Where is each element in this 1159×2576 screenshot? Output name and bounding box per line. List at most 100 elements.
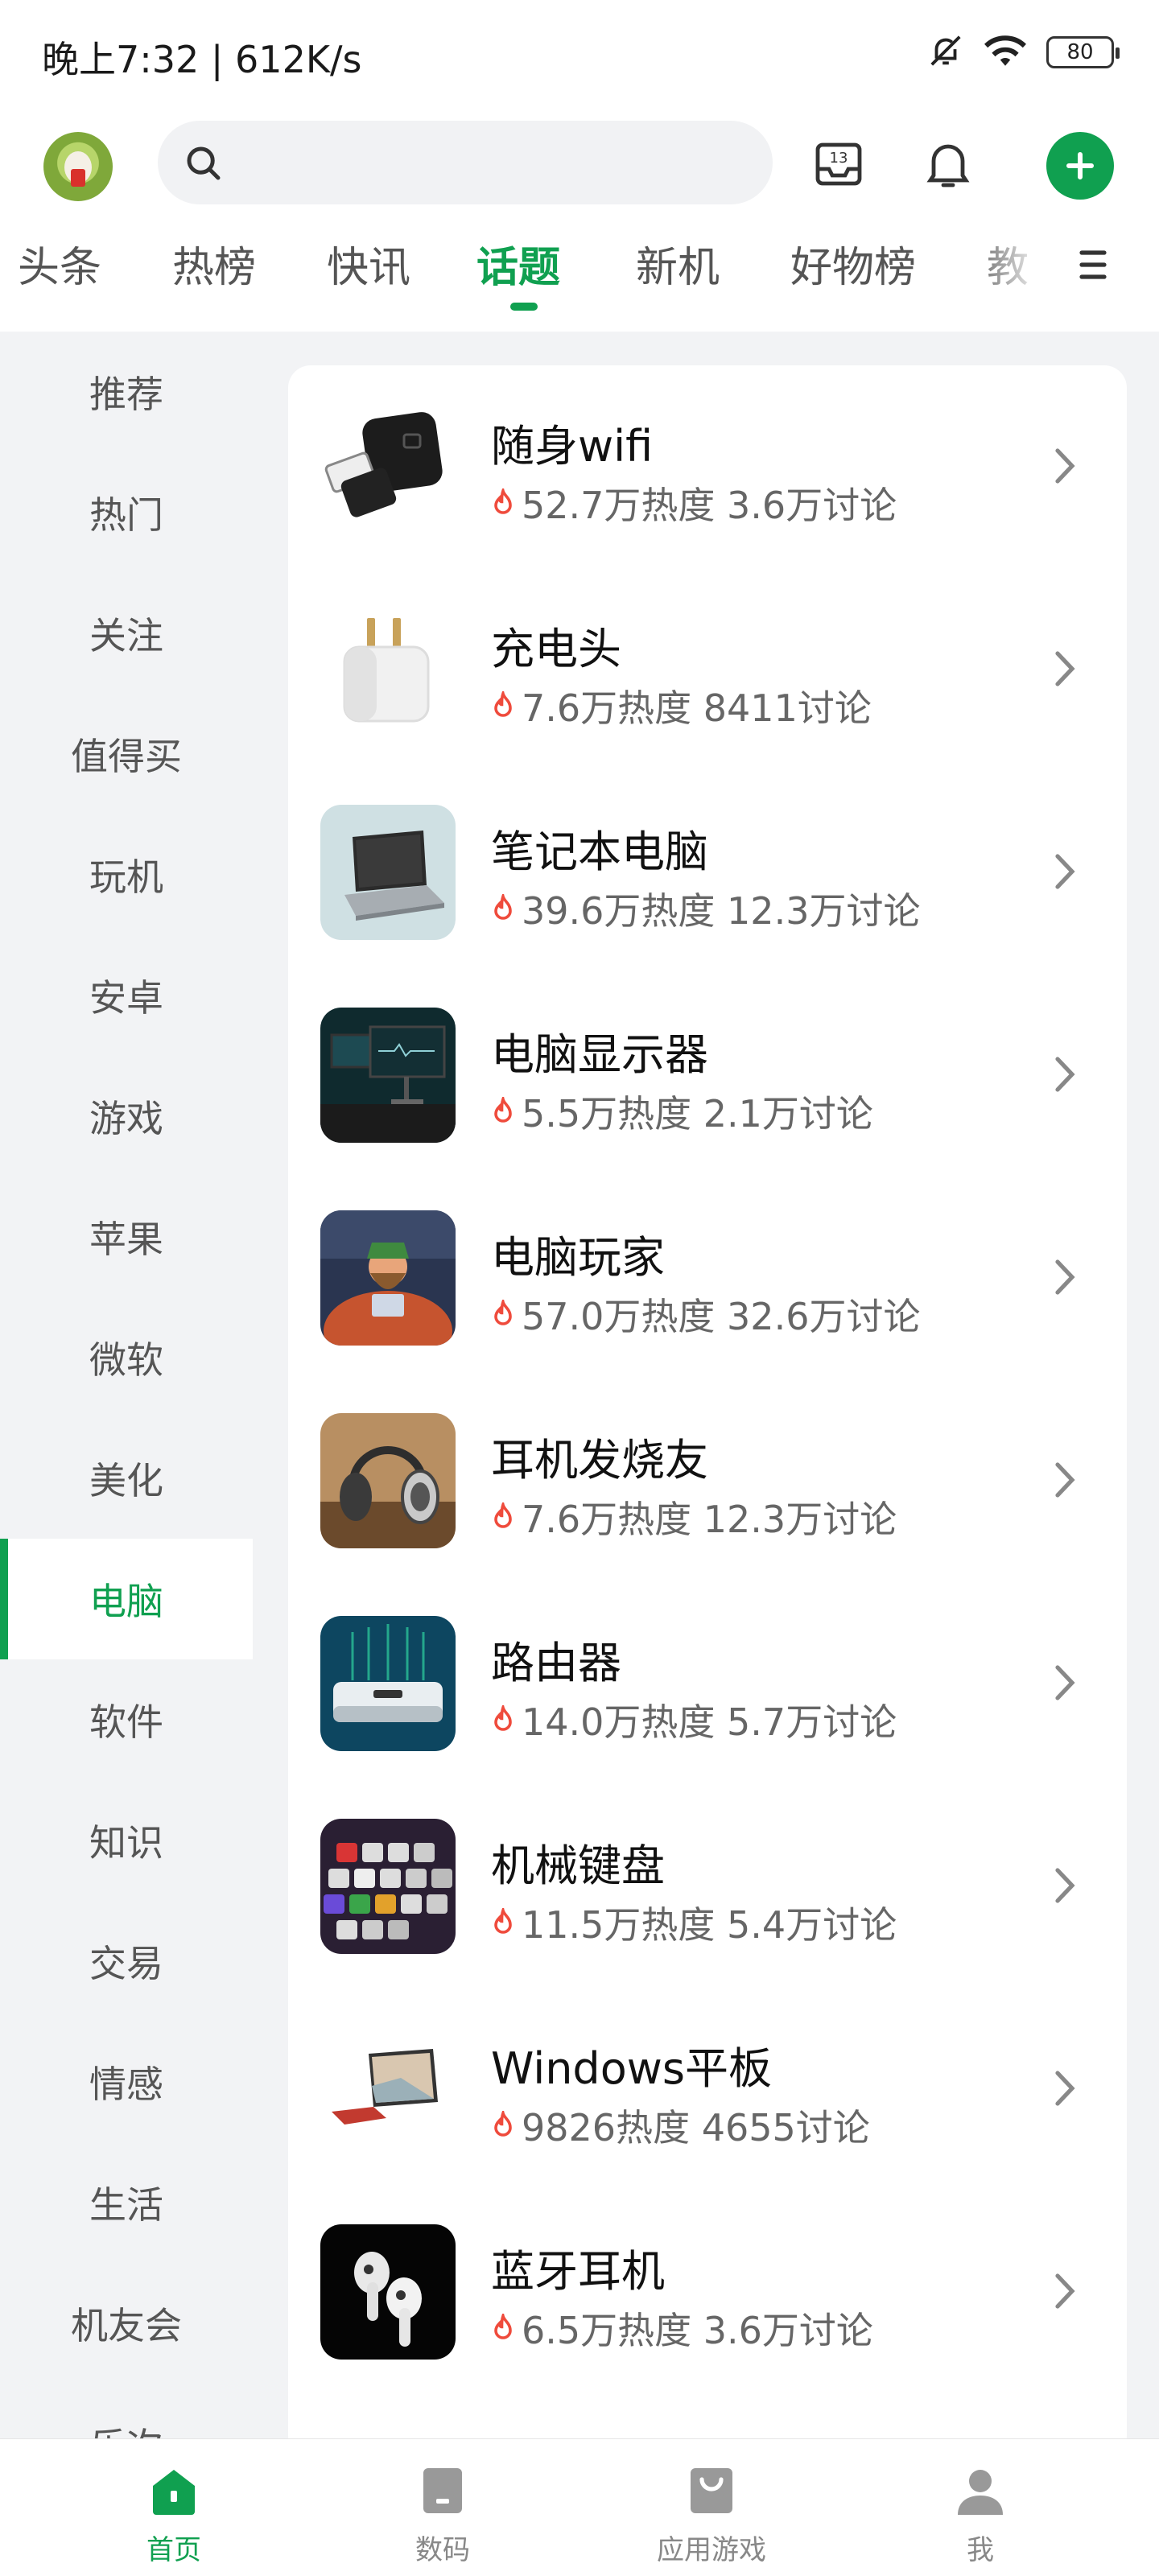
home-icon — [153, 2470, 195, 2515]
headphones-thumbnail — [320, 1413, 456, 1548]
bottom-nav: 首页 数码 应用游戏 我 — [0, 2438, 1159, 2576]
topic-name: 充电头 — [491, 624, 621, 674]
avatar[interactable] — [43, 132, 113, 201]
add-button[interactable] — [1046, 132, 1114, 200]
phone-icon — [423, 2468, 462, 2513]
topic-stats: 52.7万热度 3.6万讨论 — [491, 476, 897, 530]
topic-stats: 39.6万热度 12.3万讨论 — [491, 882, 920, 935]
laptop-thumbnail — [320, 805, 456, 940]
sidebar-item-recommend[interactable]: 推荐 — [0, 332, 253, 452]
topic-name: 随身wifi — [491, 421, 654, 472]
inbox-icon[interactable]: 13 — [806, 132, 871, 196]
charger-thumbnail — [320, 602, 456, 737]
chevron-right-icon — [1055, 854, 1075, 889]
status-icons: 80 — [927, 32, 1120, 72]
sidebar-item-life[interactable]: 生活 — [0, 2142, 253, 2263]
monitor-thumbnail — [320, 1008, 456, 1143]
chevron-right-icon — [1055, 1057, 1075, 1092]
nav-apps-games-label: 应用游戏 — [657, 2534, 766, 2566]
sidebar-item-fan-club[interactable]: 机友会 — [0, 2263, 253, 2384]
battery-indicator: 80 — [1046, 36, 1120, 68]
topic-stats-text: 14.0万热度 5.7万讨论 — [522, 1700, 897, 1744]
nav-me[interactable]: 我 — [835, 2439, 1125, 2576]
topic-name: 路由器 — [491, 1638, 621, 1688]
topic-stats-text: 7.6万热度 12.3万讨论 — [522, 1498, 897, 1541]
sidebar-item-following[interactable]: 关注 — [0, 573, 253, 694]
nav-home[interactable]: 首页 — [29, 2439, 319, 2576]
sidebar-item-android[interactable]: 安卓 — [0, 935, 253, 1056]
nav-digital[interactable]: 数码 — [298, 2439, 588, 2576]
nav-apps-games[interactable]: 应用游戏 — [567, 2439, 856, 2576]
sidebar-item-games[interactable]: 游戏 — [0, 1056, 253, 1177]
topic-stats-text: 11.5万热度 5.4万讨论 — [522, 1903, 897, 1947]
sidebar-item-microsoft[interactable]: 微软 — [0, 1297, 253, 1418]
bell-icon[interactable] — [916, 132, 980, 196]
topic-row[interactable]: Windows平板 9826热度 4655讨论 — [288, 1988, 1127, 2191]
sidebar-item-computer[interactable]: 电脑 — [0, 1539, 253, 1659]
flame-icon — [494, 894, 512, 920]
sidebar-item-partial[interactable]: 乐次 — [0, 2384, 253, 2438]
flame-icon — [494, 691, 512, 717]
tab-hot-list[interactable]: 热榜 — [172, 233, 256, 294]
tab-good-items[interactable]: 好物榜 — [790, 233, 916, 294]
topic-stats: 14.0万热度 5.7万讨论 — [491, 1693, 897, 1746]
tab-news-flash[interactable]: 快讯 — [327, 233, 410, 294]
topic-stats-text: 39.6万热度 12.3万讨论 — [522, 889, 921, 933]
router-thumbnail — [320, 1616, 456, 1751]
sidebar-item-worth-buying[interactable]: 值得买 — [0, 694, 253, 814]
topic-stats: 7.6万热度 12.3万讨论 — [491, 1490, 897, 1544]
topic-name: 电脑玩家 — [491, 1232, 665, 1283]
shopping-bag-icon — [691, 2468, 732, 2513]
flame-icon — [494, 2314, 512, 2339]
topic-stats: 57.0万热度 32.6万讨论 — [491, 1288, 920, 1341]
flame-icon — [494, 1097, 512, 1123]
top-bar: 13 — [0, 121, 1159, 209]
search-input[interactable] — [158, 121, 773, 204]
sidebar-item-knowledge[interactable]: 知识 — [0, 1780, 253, 1901]
topic-list-card: 随身wifi 52.7万热度 3.6万讨论 充电头 7.6万热度 8411讨论 — [288, 365, 1127, 2458]
topic-name: 机械键盘 — [491, 1840, 665, 1891]
topic-row[interactable]: 充电头 7.6万热度 8411讨论 — [288, 568, 1127, 771]
sidebar-item-software[interactable]: 软件 — [0, 1659, 253, 1780]
topic-row[interactable]: 电脑显示器 5.5万热度 2.1万讨论 — [288, 974, 1127, 1177]
sidebar-item-hot[interactable]: 热门 — [0, 452, 253, 573]
flame-icon — [494, 2111, 512, 2137]
topic-row[interactable]: 随身wifi 52.7万热度 3.6万讨论 — [288, 365, 1127, 568]
topic-name: Windows平板 — [491, 2043, 773, 2094]
topic-row[interactable]: 电脑玩家 57.0万热度 32.6万讨论 — [288, 1177, 1127, 1379]
tab-topics[interactable]: 话题 — [476, 233, 560, 294]
topic-row[interactable]: 机械键盘 11.5万热度 5.4万讨论 — [288, 1785, 1127, 1988]
topic-stats-text: 5.5万热度 2.1万讨论 — [522, 1092, 873, 1136]
chevron-right-icon — [1055, 1259, 1075, 1295]
sidebar-item-apple[interactable]: 苹果 — [0, 1177, 253, 1297]
topic-name: 耳机发烧友 — [491, 1435, 708, 1486]
topic-name: 蓝牙耳机 — [491, 2246, 665, 2297]
sidebar-item-trade[interactable]: 交易 — [0, 1901, 253, 2022]
topic-row[interactable]: 笔记本电脑 39.6万热度 12.3万讨论 — [288, 771, 1127, 974]
tab-new-phones[interactable]: 新机 — [636, 233, 720, 294]
topic-stats: 9826热度 4655讨论 — [491, 2099, 870, 2152]
nav-digital-label: 数码 — [415, 2534, 470, 2566]
chevron-right-icon — [1055, 448, 1075, 484]
flame-icon — [494, 1300, 512, 1325]
sidebar-item-themes[interactable]: 美化 — [0, 1418, 253, 1539]
topic-row[interactable]: 路由器 14.0万热度 5.7万讨论 — [288, 1582, 1127, 1785]
sidebar-item-emotion[interactable]: 情感 — [0, 2022, 253, 2142]
topic-row[interactable]: 耳机发烧友 7.6万热度 12.3万讨论 — [288, 1379, 1127, 1582]
topic-row[interactable]: 蓝牙耳机 6.5万热度 3.6万讨论 — [288, 2191, 1127, 2393]
topic-name: 电脑显示器 — [491, 1029, 708, 1080]
tab-headlines[interactable]: 头条 — [18, 233, 101, 294]
menu-icon[interactable] — [1075, 245, 1111, 285]
user-icon — [958, 2470, 1003, 2515]
chevron-right-icon — [1055, 2273, 1075, 2309]
wifi-icon — [984, 32, 1027, 72]
chevron-right-icon — [1055, 1665, 1075, 1700]
tablet-thumbnail — [320, 2022, 456, 2157]
chevron-right-icon — [1055, 1462, 1075, 1498]
topic-stats-text: 52.7万热度 3.6万讨论 — [522, 484, 897, 527]
sidebar-item-play[interactable]: 玩机 — [0, 814, 253, 935]
topic-stats-text: 7.6万热度 8411讨论 — [522, 686, 872, 730]
inbox-badge-count: 13 — [830, 150, 848, 167]
nav-home-label: 首页 — [146, 2534, 201, 2566]
battery-level: 80 — [1066, 40, 1094, 64]
